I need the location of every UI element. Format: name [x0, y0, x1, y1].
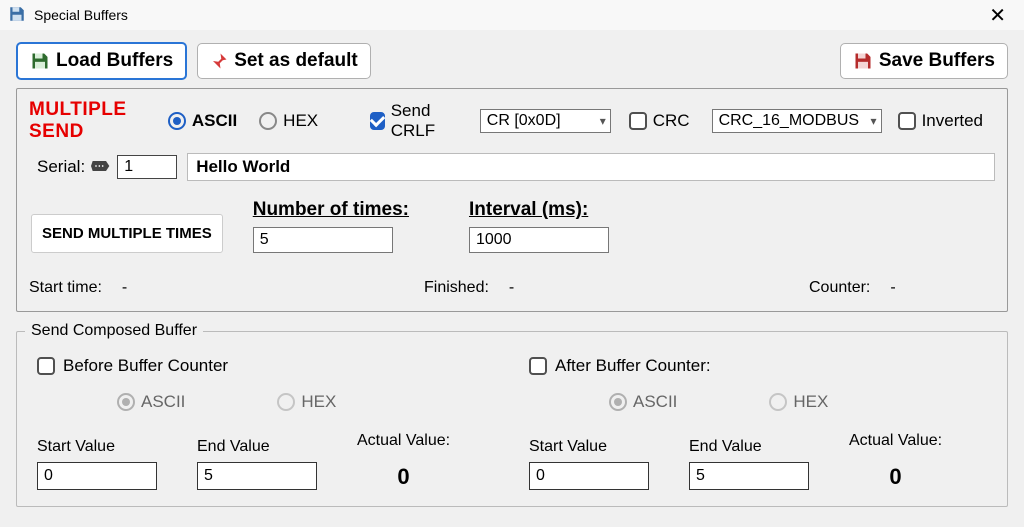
after-actual-value: 0 [849, 464, 942, 490]
radio-icon [609, 393, 627, 411]
app-icon [8, 5, 28, 25]
before-hex-radio[interactable]: HEX [277, 392, 336, 412]
radio-icon [277, 393, 295, 411]
after-start-input[interactable] [529, 462, 649, 490]
after-buffer-checkbox[interactable]: After Buffer Counter: [529, 356, 987, 376]
radio-icon [168, 112, 186, 130]
set-default-label: Set as default [234, 50, 358, 72]
check-icon [898, 112, 916, 130]
start-time-value: - [122, 279, 127, 297]
num-times-input[interactable] [253, 227, 393, 253]
crc-label: CRC [653, 111, 690, 131]
send-composed-buffer-group: Send Composed Buffer Before Buffer Count… [16, 322, 1008, 507]
finished-label: Finished: [424, 279, 489, 297]
check-icon [529, 357, 547, 375]
window-title: Special Buffers [34, 7, 128, 23]
serial-port-icon [91, 159, 111, 176]
pin-icon [210, 52, 228, 70]
format-ascii-label: ASCII [192, 111, 237, 131]
num-times-label: Number of times: [253, 199, 409, 221]
load-buffers-label: Load Buffers [56, 50, 173, 72]
before-buffer-panel: Before Buffer Counter ASCII HEX Start Va… [29, 352, 503, 490]
before-hex-label: HEX [301, 392, 336, 412]
close-button[interactable]: ✕ [981, 3, 1014, 28]
interval-input[interactable] [469, 227, 609, 253]
titlebar: Special Buffers ✕ [0, 0, 1024, 30]
format-hex-label: HEX [283, 111, 318, 131]
serial-number-input[interactable] [117, 155, 177, 179]
send-crlf-label: Send CRLF [391, 101, 458, 141]
format-ascii-radio[interactable]: ASCII [168, 111, 237, 131]
before-actual-value: 0 [357, 464, 450, 490]
inverted-label: Inverted [922, 111, 983, 131]
toolbar: Load Buffers Set as default Save Buffers [0, 30, 1024, 88]
inverted-checkbox[interactable]: Inverted [898, 111, 983, 131]
after-ascii-label: ASCII [633, 392, 677, 412]
before-buffer-checkbox[interactable]: Before Buffer Counter [37, 356, 495, 376]
finished-value: - [509, 279, 514, 297]
before-start-input[interactable] [37, 462, 157, 490]
after-hex-radio[interactable]: HEX [769, 392, 828, 412]
serial-label: Serial: [37, 157, 85, 177]
after-ascii-radio[interactable]: ASCII [609, 392, 677, 412]
before-end-input[interactable] [197, 462, 317, 490]
before-buffer-label: Before Buffer Counter [63, 356, 228, 376]
line-ending-value: CR [0x0D] [487, 112, 561, 130]
before-ascii-radio[interactable]: ASCII [117, 392, 185, 412]
before-ascii-label: ASCII [141, 392, 185, 412]
line-ending-select[interactable]: CR [0x0D] [480, 109, 611, 133]
crc-type-value: CRC_16_MODBUS [719, 112, 859, 130]
radio-icon [259, 112, 277, 130]
format-hex-radio[interactable]: HEX [259, 111, 318, 131]
check-icon [370, 112, 385, 130]
floppy-icon [30, 51, 50, 71]
after-end-label: End Value [689, 438, 809, 456]
radio-icon [769, 393, 787, 411]
floppy-icon [853, 51, 873, 71]
crc-checkbox[interactable]: CRC [629, 111, 690, 131]
after-buffer-label: After Buffer Counter: [555, 356, 711, 376]
save-buffers-button[interactable]: Save Buffers [840, 43, 1008, 79]
send-composed-buffer-legend: Send Composed Buffer [25, 322, 203, 340]
counter-value: - [890, 279, 895, 297]
after-start-label: Start Value [529, 438, 649, 456]
before-end-label: End Value [197, 438, 317, 456]
after-end-input[interactable] [689, 462, 809, 490]
multiple-send-title: MULTIPLE SEND [29, 99, 152, 143]
before-start-label: Start Value [37, 438, 157, 456]
send-multiple-times-label: SEND MULTIPLE TIMES [42, 225, 212, 242]
counter-label: Counter: [809, 279, 870, 297]
load-buffers-button[interactable]: Load Buffers [16, 42, 187, 80]
payload-input[interactable] [187, 153, 995, 181]
check-icon [37, 357, 55, 375]
radio-icon [117, 393, 135, 411]
after-buffer-panel: After Buffer Counter: ASCII HEX Start Va… [521, 352, 995, 490]
send-crlf-checkbox[interactable]: Send CRLF [370, 101, 458, 141]
after-hex-label: HEX [793, 392, 828, 412]
before-actual-label: Actual Value: [357, 432, 450, 450]
set-default-button[interactable]: Set as default [197, 43, 371, 79]
interval-label: Interval (ms): [469, 199, 609, 221]
after-actual-label: Actual Value: [849, 432, 942, 450]
multiple-send-panel: MULTIPLE SEND ASCII HEX Send CRLF CR [0x… [16, 88, 1008, 312]
send-multiple-times-button[interactable]: SEND MULTIPLE TIMES [31, 214, 223, 253]
save-buffers-label: Save Buffers [879, 50, 995, 72]
crc-type-select[interactable]: CRC_16_MODBUS [712, 109, 882, 133]
start-time-label: Start time: [29, 279, 102, 297]
check-icon [629, 112, 647, 130]
